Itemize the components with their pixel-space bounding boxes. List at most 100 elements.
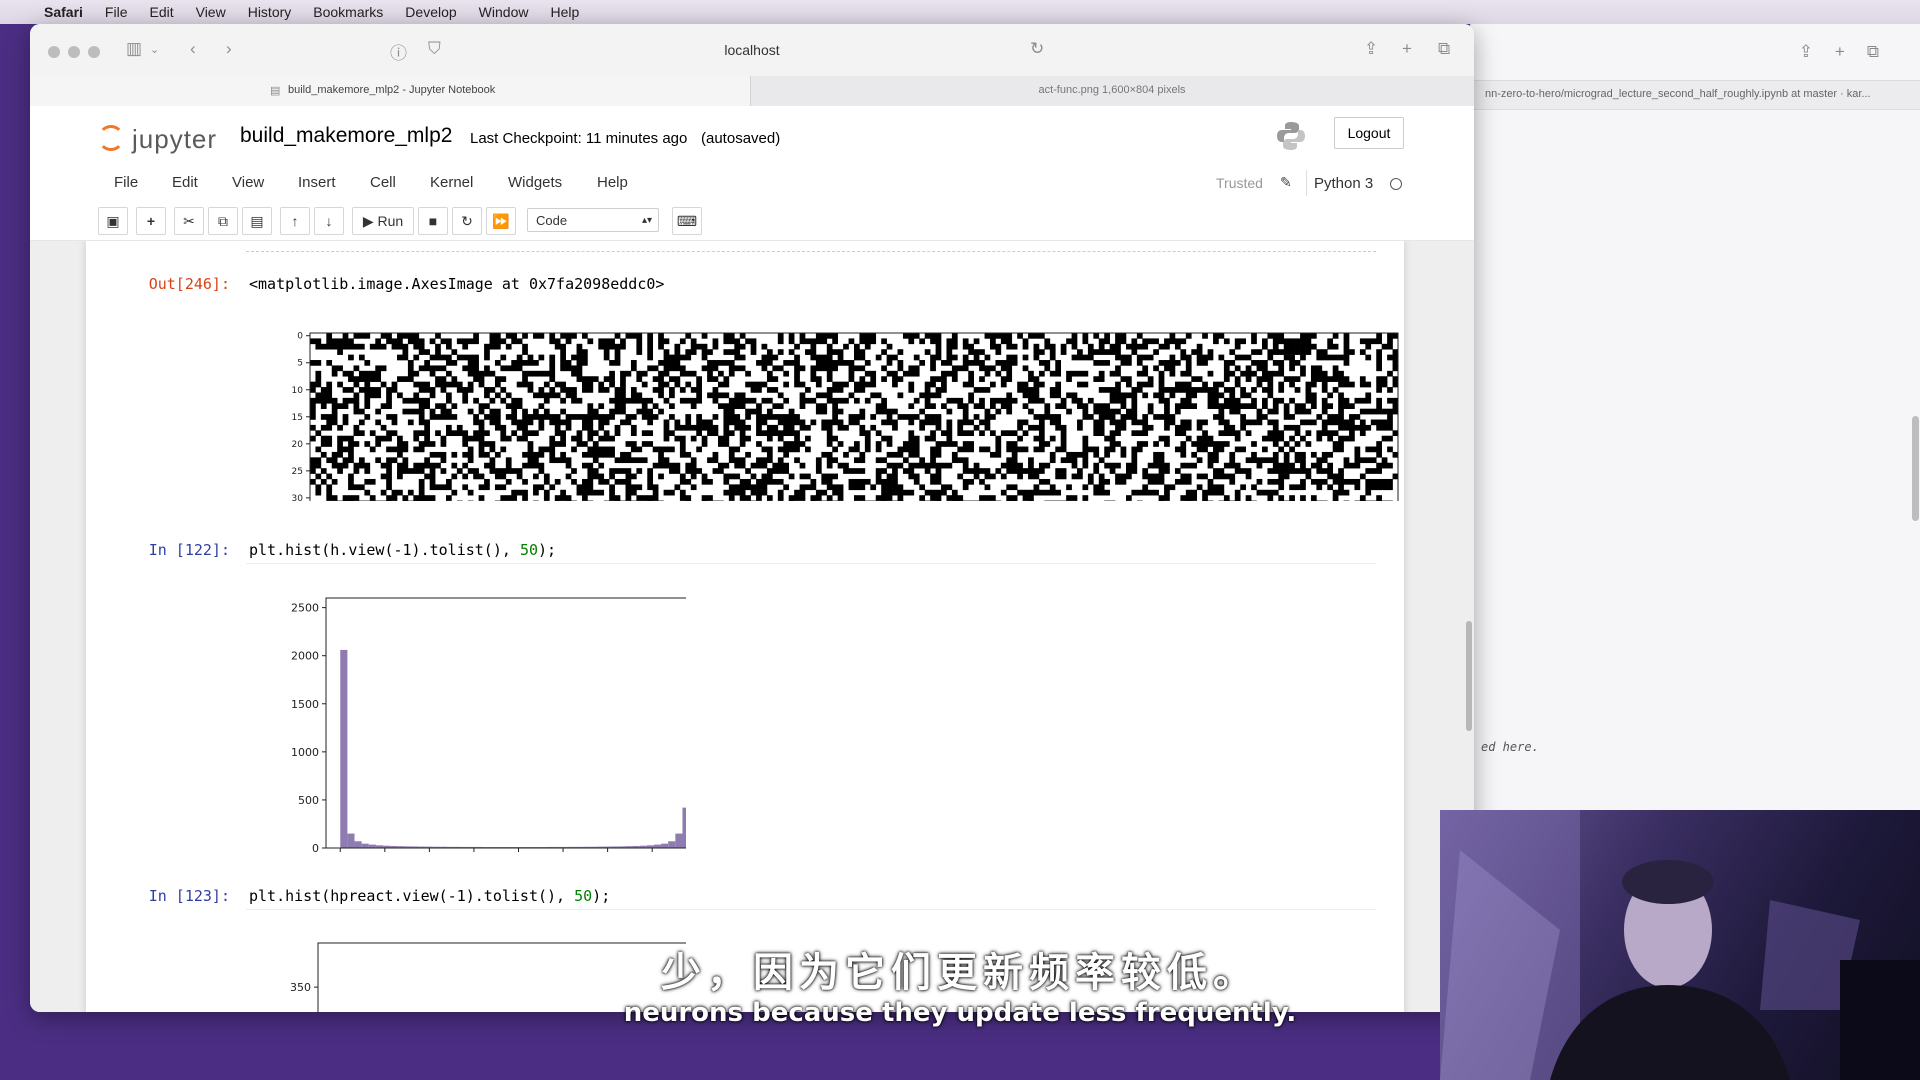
address-bar[interactable]: localhost bbox=[30, 42, 1474, 58]
save-icon[interactable]: ▣ bbox=[98, 207, 128, 235]
heatmap-cell bbox=[342, 495, 349, 501]
heatmap-cell bbox=[1158, 478, 1165, 485]
heatmap-cell bbox=[348, 354, 354, 361]
run-button[interactable]: ▶ Run bbox=[352, 207, 414, 235]
heatmap-cell bbox=[701, 354, 708, 361]
menu-bookmarks[interactable]: Bookmarks bbox=[313, 4, 383, 20]
heatmap-cell bbox=[1077, 403, 1083, 409]
heatmap-cell bbox=[1343, 376, 1350, 382]
heatmap-cell bbox=[745, 495, 751, 501]
code-cell-input[interactable]: plt.hist(hpreact.view(-1).tolist(), 50); bbox=[246, 879, 1376, 910]
heatmap-cell bbox=[859, 349, 866, 355]
heatmap-cell bbox=[734, 349, 741, 355]
heatmap-cell bbox=[571, 387, 577, 393]
move-up-icon[interactable]: ↑ bbox=[280, 207, 310, 235]
heatmap-cell bbox=[1343, 403, 1350, 409]
menu-file[interactable]: File bbox=[105, 4, 128, 20]
fast-forward-icon[interactable]: ⏩ bbox=[486, 207, 516, 235]
jupyter-menu-edit[interactable]: Edit bbox=[172, 174, 198, 191]
heatmap-cell bbox=[620, 338, 626, 345]
jupyter-menu-insert[interactable]: Insert bbox=[298, 174, 336, 191]
jupyter-menu-cell[interactable]: Cell bbox=[370, 174, 396, 191]
heatmap-cell bbox=[315, 397, 322, 404]
restart-icon[interactable]: ↻ bbox=[452, 207, 482, 235]
menu-history[interactable]: History bbox=[248, 4, 292, 20]
cell-type-select[interactable]: Code ▴▾ bbox=[527, 208, 659, 232]
heatmap-cell bbox=[587, 414, 594, 420]
heatmap-cell bbox=[1028, 489, 1034, 496]
code-cell-input[interactable]: plt.hist(h.view(-1).tolist(), 50); bbox=[246, 533, 1376, 564]
share-icon[interactable]: ⇪ bbox=[1364, 39, 1378, 59]
heatmap-cell bbox=[810, 478, 817, 485]
trusted-indicator[interactable]: Trusted bbox=[1216, 175, 1263, 191]
menu-develop[interactable]: Develop bbox=[405, 4, 456, 20]
pencil-icon[interactable]: ✎ bbox=[1280, 174, 1292, 191]
menu-safari[interactable]: Safari bbox=[44, 4, 83, 20]
heatmap-cell bbox=[364, 397, 371, 404]
heatmap-cell bbox=[630, 489, 637, 496]
jupyter-menu-help[interactable]: Help bbox=[597, 174, 628, 191]
stop-icon[interactable]: ■ bbox=[418, 207, 448, 235]
jupyter-menu-kernel[interactable]: Kernel bbox=[430, 174, 473, 191]
background-browser-window[interactable]: ⇪+⧉ nn-zero-to-hero/micrograd_lecture_se… bbox=[1470, 24, 1920, 820]
heatmap-cell bbox=[1229, 457, 1236, 464]
logout-button[interactable]: Logout bbox=[1334, 117, 1404, 149]
heatmap-cell bbox=[603, 419, 610, 426]
tab-jupyter-notebook[interactable]: ▤ build_makemore_mlp2 - Jupyter Notebook bbox=[30, 76, 751, 106]
copy-icon[interactable]: ⧉ bbox=[208, 207, 238, 235]
move-down-icon[interactable]: ↓ bbox=[314, 207, 344, 235]
jupyter-menu-widgets[interactable]: Widgets bbox=[508, 174, 562, 191]
menu-edit[interactable]: Edit bbox=[149, 4, 173, 20]
heatmap-cell bbox=[1359, 430, 1366, 437]
background-scrollbar[interactable] bbox=[1912, 416, 1919, 521]
new-tab-icon[interactable]: + bbox=[1402, 39, 1412, 59]
heatmap-cell bbox=[908, 333, 915, 339]
heatmap-cell bbox=[750, 484, 757, 491]
heatmap-cell bbox=[1234, 446, 1241, 453]
heatmap-cell bbox=[1267, 435, 1274, 442]
menu-window[interactable]: Window bbox=[479, 4, 529, 20]
heatmap-cell bbox=[527, 462, 534, 469]
jupyter-menu-file[interactable]: File bbox=[114, 174, 138, 191]
heatmap-cell bbox=[685, 419, 692, 426]
notebook-name[interactable]: build_makemore_mlp2 bbox=[240, 124, 452, 148]
toolbar-icons[interactable]: ⇪+⧉ bbox=[1799, 42, 1901, 62]
tab-overview-icon[interactable]: ⧉ bbox=[1438, 39, 1450, 59]
heatmap-cell bbox=[1218, 473, 1225, 480]
heatmap-cell bbox=[1278, 381, 1285, 388]
notebook-scrollbar[interactable] bbox=[1466, 621, 1472, 731]
heatmap-cell bbox=[777, 478, 784, 485]
heatmap-cell bbox=[1294, 441, 1301, 447]
keyboard-icon[interactable]: ⌨ bbox=[672, 207, 702, 235]
heatmap-cell bbox=[696, 468, 702, 474]
heatmap-cell bbox=[913, 354, 920, 361]
menu-view[interactable]: View bbox=[196, 4, 226, 20]
paste-icon[interactable]: ▤ bbox=[242, 207, 272, 235]
jupyter-menu-view[interactable]: View bbox=[232, 174, 264, 191]
heatmap-cell bbox=[484, 414, 490, 420]
insert-cell-icon[interactable]: + bbox=[136, 207, 166, 235]
heatmap-cell bbox=[652, 446, 659, 453]
heatmap-cell bbox=[815, 338, 822, 345]
reload-icon[interactable]: ↻ bbox=[1030, 39, 1044, 59]
heatmap-cell bbox=[728, 365, 735, 372]
menu-help[interactable]: Help bbox=[550, 4, 579, 20]
heatmap-cell bbox=[1338, 354, 1344, 361]
heatmap-cell bbox=[592, 414, 599, 420]
tab-act-func-image[interactable]: act-func.png 1,600×804 pixels bbox=[750, 84, 1474, 96]
heatmap-cell bbox=[1202, 495, 1208, 501]
kernel-name[interactable]: Python 3 bbox=[1314, 175, 1373, 192]
background-tab[interactable]: nn-zero-to-hero/micrograd_lecture_second… bbox=[1471, 80, 1920, 110]
heatmap-cell bbox=[1066, 495, 1072, 501]
heatmap-cell bbox=[1185, 435, 1192, 442]
heatmap-cell bbox=[1038, 468, 1045, 474]
heatmap-cell bbox=[1376, 478, 1382, 485]
heatmap-cell bbox=[1098, 408, 1105, 415]
output-text: <matplotlib.image.AxesImage at 0x7fa2098… bbox=[249, 275, 665, 293]
jupyter-logo[interactable]: jupyter bbox=[98, 124, 217, 155]
cut-icon[interactable]: ✂ bbox=[174, 207, 204, 235]
heatmap-cell bbox=[1387, 419, 1393, 426]
heatmap-cell bbox=[1169, 365, 1176, 372]
heatmap-cell bbox=[995, 451, 1002, 458]
heatmap-cell bbox=[1180, 424, 1187, 431]
